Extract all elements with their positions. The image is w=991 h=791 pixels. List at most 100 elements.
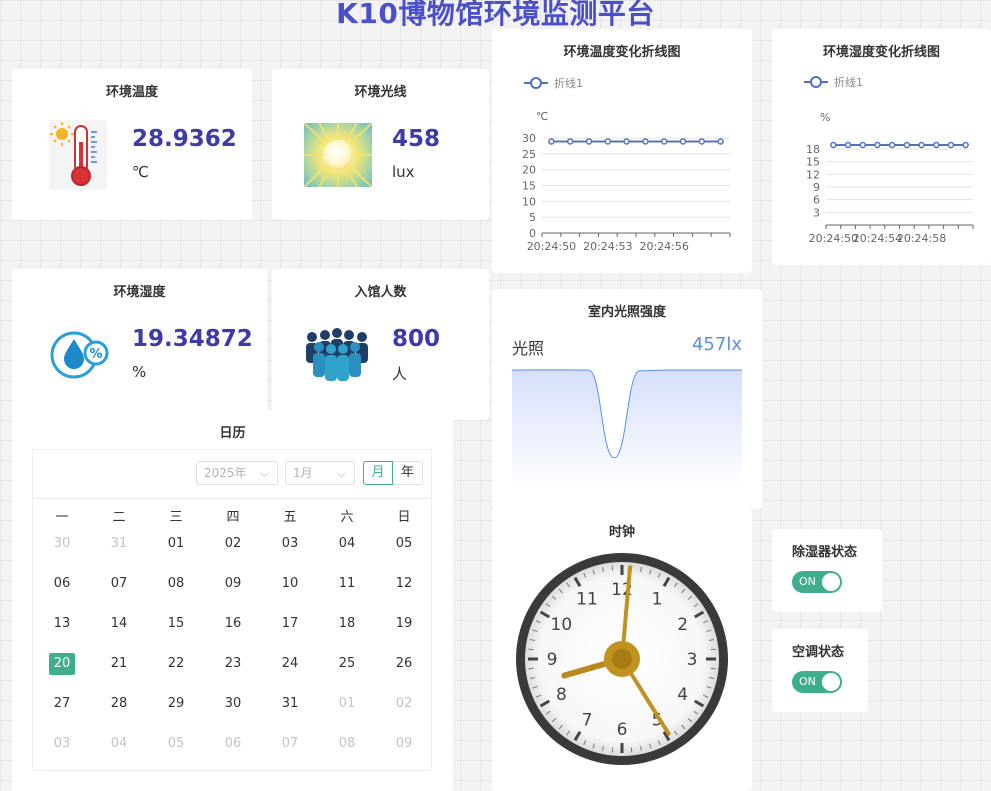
data-point[interactable] [933,141,940,149]
data-point[interactable] [585,138,593,145]
calendar-day[interactable]: 02 [220,533,246,555]
calendar-day[interactable]: 02 [391,693,417,715]
calendar-day[interactable]: 24 [277,653,303,675]
temperature-card-title: 环境温度 [105,85,158,100]
calendar-day[interactable]: 30 [220,693,246,715]
humidity-card: 环境湿度 % 19.34872 % [12,269,267,420]
data-point[interactable] [874,141,881,149]
calendar-day[interactable]: 26 [391,653,417,675]
clock-tick [528,667,534,670]
data-point[interactable] [918,141,925,149]
clock-tick [710,667,716,670]
data-point[interactable] [947,141,955,149]
calendar-day[interactable]: 25 [334,653,360,675]
calendar-day[interactable]: 16 [220,613,246,635]
calendar-day[interactable]: 21 [106,653,132,675]
calendar-day[interactable]: 17 [277,613,303,635]
clock-number: 8 [556,685,567,705]
calendar-day[interactable]: 09 [220,573,246,595]
visitors-card-title: 入馆人数 [354,285,407,300]
calendar-day[interactable]: 09 [391,733,417,755]
humidity-line-chart: 折线1% 369121518 20:24:5020:24:5420:24:58 [804,75,974,245]
y-tick-label: 18 [806,143,820,156]
calendar-day[interactable]: 13 [49,613,75,635]
calendar-day[interactable]: 08 [334,733,360,755]
data-point[interactable] [903,141,911,149]
temperature-unit: ℃ [132,163,149,181]
data-point[interactable] [698,138,706,145]
calendar-day[interactable]: 01 [334,693,360,715]
data-point[interactable] [660,138,668,145]
clock-tick [611,747,614,753]
data-point[interactable] [859,141,866,149]
calendar-day[interactable]: 04 [106,733,132,755]
calendar-day[interactable]: 29 [163,693,189,715]
y-axis-unit: % [820,111,830,124]
calendar-day[interactable]: 19 [391,613,417,635]
toggle-knob [822,573,840,591]
data-point[interactable] [566,138,574,145]
calendar-day[interactable]: 12 [391,573,417,595]
calendar-day[interactable]: 03 [277,533,303,555]
data-point[interactable] [830,141,837,149]
aircon-state: ON [799,675,816,688]
calendar-day[interactable]: 06 [220,733,246,755]
calendar-day[interactable]: 30 [49,533,75,555]
calendar-panel: 2025年 ⌵ 1月 ⌵ 月 年 一二三四五六日 30 31 01 02 03 04 05 0… [32,449,432,771]
y-axis-unit: ℃ [536,110,548,123]
data-point[interactable] [679,138,687,145]
dehumidifier-toggle[interactable]: ON [792,571,842,593]
dehumidifier-state: ON [799,575,816,588]
y-tick-label: 30 [522,132,536,145]
aircon-toggle[interactable]: ON [792,671,842,693]
calendar-day[interactable]: 04 [334,533,360,555]
clock-number: 4 [677,685,688,705]
clock-tick [710,648,716,651]
calendar-day[interactable]: 07 [277,733,303,755]
legend-label[interactable]: 折线1 [554,76,583,90]
data-point[interactable] [623,138,630,145]
data-point[interactable] [962,141,969,149]
calendar-day[interactable]: 15 [163,613,189,635]
data-point[interactable] [604,138,612,145]
temperature-chart-card: 环境温度变化折线图 折线1 ℃ 0 5 10 15 20 25 30 20:24:50 20:24:… [492,29,752,273]
y-tick-label: 5 [529,211,536,224]
data-point[interactable] [642,138,649,145]
calendar-day[interactable]: 31 [277,693,303,715]
x-tick-label: 20:24:58 [897,232,946,245]
calendar-day[interactable]: 11 [334,573,360,595]
clock-tick [611,565,614,571]
y-tick-label: 15 [806,156,820,169]
page-title: K10博物馆环境监测平台 [336,0,655,30]
calendar-day[interactable]: 28 [106,693,132,715]
calendar-day[interactable]: 08 [163,573,189,595]
calendar-day[interactable]: 05 [391,533,417,555]
calendar-day[interactable]: 18 [334,613,360,635]
calendar-day[interactable]: 20 [49,653,75,675]
calendar-day[interactable]: 23 [220,653,246,675]
data-point[interactable] [548,138,555,145]
calendar-day[interactable]: 14 [106,613,132,635]
calendar-day[interactable]: 27 [49,693,75,715]
calendar-day[interactable]: 22 [163,653,189,675]
calendar-day[interactable]: 03 [49,733,75,755]
calendar-day[interactable]: 01 [163,533,189,555]
people-icon [304,327,370,385]
calendar-day[interactable]: 07 [106,573,132,595]
calendar-day[interactable]: 31 [106,533,132,555]
x-tick-label: 20:24:53 [583,240,632,253]
temperature-value: 28.9362 [132,126,237,152]
dehumidifier-title: 除湿器状态 [792,545,858,560]
clock-number: 7 [582,711,593,731]
aircon-card: 空调状态 ON [772,629,868,712]
data-point[interactable] [717,138,724,145]
legend-marker [530,77,542,89]
legend-label[interactable]: 折线1 [834,75,863,89]
data-point[interactable] [844,141,852,149]
data-point[interactable] [888,141,896,149]
calendar-day[interactable]: 06 [49,573,75,595]
calendar-day[interactable]: 05 [163,733,189,755]
calendar-day[interactable]: 10 [277,573,303,595]
toggle-knob [822,673,840,691]
light-area-fill [512,369,742,489]
